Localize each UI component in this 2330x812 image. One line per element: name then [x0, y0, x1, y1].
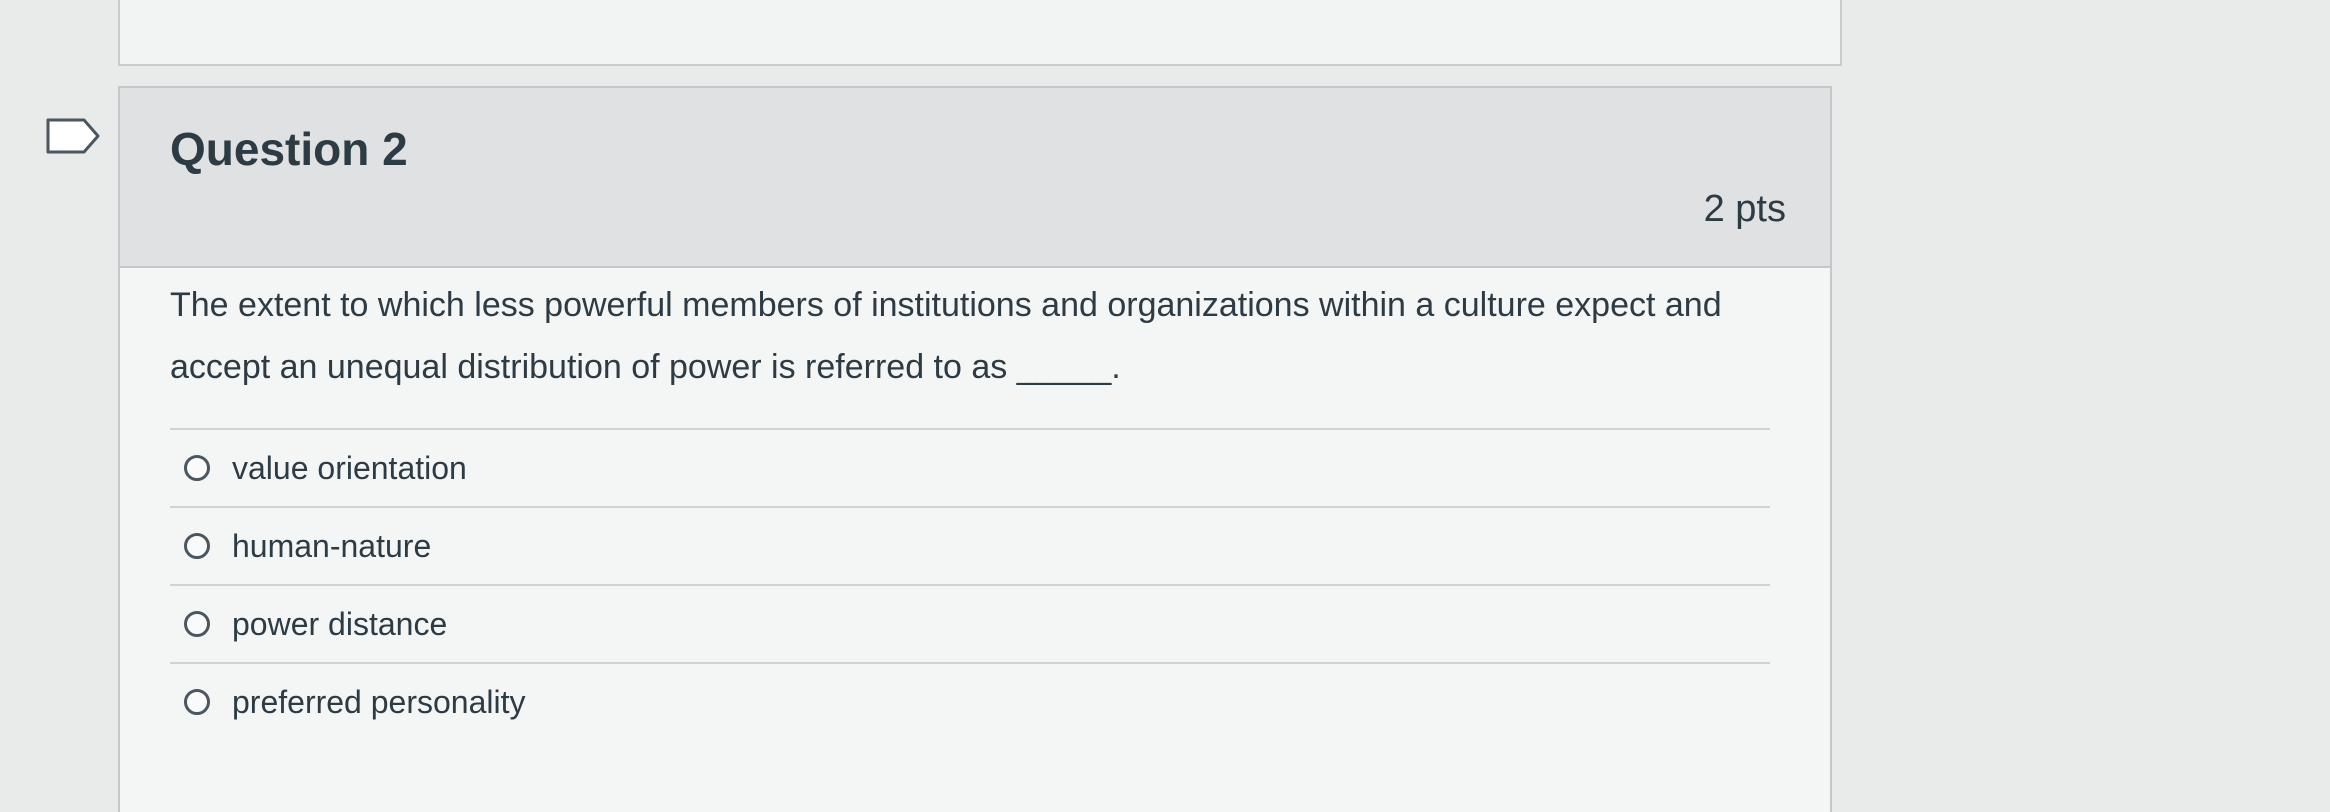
- answer-label[interactable]: human-nature: [232, 528, 431, 565]
- answer-label[interactable]: power distance: [232, 606, 447, 643]
- answer-label[interactable]: preferred personality: [232, 684, 525, 721]
- radio-unselected-icon[interactable]: [184, 611, 210, 637]
- radio-unselected-icon[interactable]: [184, 455, 210, 481]
- previous-question-card: [118, 0, 1842, 66]
- flag-question-icon[interactable]: [44, 116, 104, 156]
- answer-list: value orientation human-nature power dis…: [170, 428, 1770, 740]
- answer-option[interactable]: human-nature: [170, 506, 1770, 584]
- answer-option[interactable]: value orientation: [170, 428, 1770, 506]
- question-title: Question 2: [170, 123, 408, 175]
- radio-unselected-icon[interactable]: [184, 689, 210, 715]
- question-text: The extent to which less powerful member…: [170, 286, 1722, 386]
- question-card: Question 2 2 pts The extent to which les…: [118, 86, 1832, 812]
- answer-label[interactable]: value orientation: [232, 450, 467, 487]
- answer-option[interactable]: preferred personality: [170, 662, 1770, 740]
- question-header: Question 2 2 pts: [120, 88, 1830, 268]
- answer-option[interactable]: power distance: [170, 584, 1770, 662]
- radio-unselected-icon[interactable]: [184, 533, 210, 559]
- question-points: 2 pts: [1703, 188, 1786, 230]
